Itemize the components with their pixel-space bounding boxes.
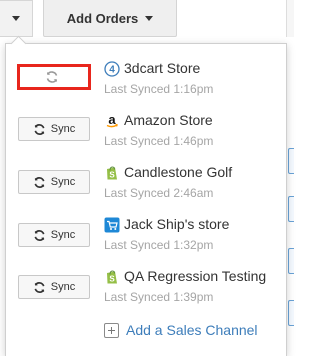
sync-button-loading[interactable]: [17, 64, 91, 90]
add-orders-button[interactable]: Add Orders: [43, 0, 177, 37]
refresh-icon: [34, 229, 45, 241]
caret-down-icon: [145, 15, 154, 21]
last-synced-text: Last Synced 1:39pm: [104, 290, 214, 304]
shopify-icon: S: [107, 270, 117, 284]
store-row-candlestone-golf: Sync S Candlestone Golf Last Synced 2:46…: [6, 162, 286, 206]
sync-label: Sync: [50, 123, 76, 135]
caret-down-icon: [12, 16, 20, 21]
refresh-spinner-icon: [46, 71, 57, 83]
sales-channel-dropdown: 4 3dcart Store Last Synced 1:16pm Sync a: [5, 43, 287, 356]
last-synced-text: Last Synced 1:32pm: [104, 238, 214, 252]
add-sales-channel-label: Add a Sales Channel: [126, 322, 258, 338]
store-name: Candlestone Golf: [124, 164, 233, 180]
store-name: 3dcart Store: [124, 60, 201, 76]
store-name: QA Regression Testing: [124, 268, 267, 284]
plus-square-icon: [104, 322, 119, 338]
store-name: Amazon Store: [124, 112, 213, 128]
background-field-edge: [288, 148, 294, 174]
background-field-edge: [288, 300, 294, 326]
sync-button[interactable]: Sync: [18, 170, 90, 194]
store-row-qa-regression-testing: Sync S QA Regression Testing Last Synced…: [6, 266, 286, 310]
background-field-edge: [288, 248, 294, 274]
sync-button[interactable]: Sync: [18, 275, 90, 299]
svg-text:4: 4: [109, 65, 115, 76]
sync-label: Sync: [50, 281, 76, 293]
sync-label: Sync: [50, 229, 76, 241]
app-root: Add Orders 4 3dcart Store Last Synced 1:…: [0, 0, 294, 356]
shipping-cart-icon: [104, 217, 120, 233]
sync-label: Sync: [50, 176, 76, 188]
3dcart-icon: 4: [104, 61, 120, 77]
sync-button[interactable]: Sync: [18, 223, 90, 247]
last-synced-text: Last Synced 1:16pm: [104, 82, 214, 96]
dropdown-toggle-button[interactable]: [0, 0, 33, 37]
sync-button[interactable]: Sync: [18, 117, 90, 141]
last-synced-text: Last Synced 2:46am: [104, 186, 214, 200]
svg-text:S: S: [109, 171, 115, 180]
add-orders-label: Add Orders: [66, 10, 139, 26]
refresh-icon: [34, 176, 45, 188]
store-name: Jack Ship's store: [124, 216, 230, 232]
background-panel-edge: [286, 0, 294, 37]
last-synced-text: Last Synced 1:46pm: [104, 134, 214, 148]
store-row-amazon: Sync a Amazon Store Last Synced 1:46pm: [6, 110, 286, 154]
svg-text:a: a: [108, 113, 116, 127]
background-field-edge: [288, 196, 294, 222]
add-sales-channel-link[interactable]: Add a Sales Channel: [104, 322, 258, 338]
refresh-icon: [34, 123, 45, 135]
store-row-jack-ships-store: Sync Jack Ship's store Last Synced 1:32p…: [6, 214, 286, 258]
shopify-icon: S: [107, 166, 117, 180]
svg-text:S: S: [109, 275, 115, 284]
refresh-icon: [34, 281, 45, 293]
amazon-icon: a: [106, 113, 118, 128]
store-row-3dcart: 4 3dcart Store Last Synced 1:16pm: [6, 58, 286, 102]
